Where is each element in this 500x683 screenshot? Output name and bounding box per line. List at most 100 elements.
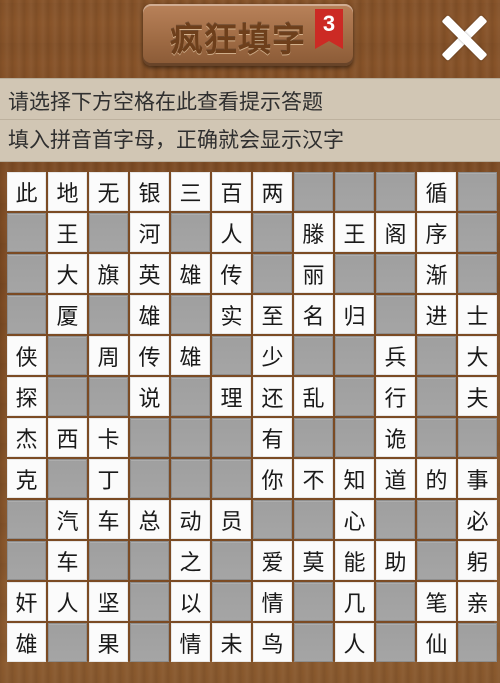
grid-cell-empty[interactable] [376, 582, 415, 621]
grid-cell-empty[interactable] [458, 254, 497, 293]
grid-cell-filled[interactable]: 厦 [48, 295, 87, 334]
grid-cell-filled[interactable]: 王 [335, 213, 374, 252]
grid-cell-empty[interactable] [376, 623, 415, 662]
grid-cell-filled[interactable]: 不 [294, 459, 333, 498]
grid-cell-filled[interactable]: 躬 [458, 541, 497, 580]
grid-cell-empty[interactable] [130, 418, 169, 457]
grid-cell-empty[interactable] [294, 623, 333, 662]
grid-cell-filled[interactable]: 亲 [458, 582, 497, 621]
grid-cell-filled[interactable]: 雄 [130, 295, 169, 334]
grid-cell-empty[interactable] [294, 582, 333, 621]
grid-cell-filled[interactable]: 丽 [294, 254, 333, 293]
grid-cell-filled[interactable]: 汽 [48, 500, 87, 539]
grid-cell-empty[interactable] [7, 541, 46, 580]
grid-cell-empty[interactable] [171, 213, 210, 252]
grid-cell-filled[interactable]: 心 [335, 500, 374, 539]
grid-cell-filled[interactable]: 人 [335, 623, 374, 662]
grid-cell-filled[interactable]: 雄 [7, 623, 46, 662]
grid-cell-filled[interactable]: 卡 [89, 418, 128, 457]
grid-cell-filled[interactable]: 几 [335, 582, 374, 621]
grid-cell-filled[interactable]: 探 [7, 377, 46, 416]
grid-cell-filled[interactable]: 员 [212, 500, 251, 539]
grid-cell-empty[interactable] [335, 336, 374, 375]
grid-cell-empty[interactable] [417, 377, 456, 416]
grid-cell-empty[interactable] [253, 254, 292, 293]
grid-cell-filled[interactable]: 进 [417, 295, 456, 334]
grid-cell-empty[interactable] [171, 418, 210, 457]
grid-cell-empty[interactable] [294, 172, 333, 211]
grid-cell-empty[interactable] [171, 459, 210, 498]
grid-cell-filled[interactable]: 至 [253, 295, 292, 334]
grid-cell-filled[interactable]: 爱 [253, 541, 292, 580]
grid-cell-filled[interactable]: 情 [253, 582, 292, 621]
grid-cell-filled[interactable]: 助 [376, 541, 415, 580]
grid-cell-empty[interactable] [253, 213, 292, 252]
grid-cell-empty[interactable] [458, 418, 497, 457]
grid-cell-filled[interactable]: 阁 [376, 213, 415, 252]
grid-cell-empty[interactable] [417, 500, 456, 539]
grid-cell-filled[interactable]: 行 [376, 377, 415, 416]
grid-cell-filled[interactable]: 杰 [7, 418, 46, 457]
grid-cell-filled[interactable]: 情 [171, 623, 210, 662]
grid-cell-empty[interactable] [458, 172, 497, 211]
grid-cell-empty[interactable] [253, 500, 292, 539]
grid-cell-filled[interactable]: 莫 [294, 541, 333, 580]
grid-cell-filled[interactable]: 兵 [376, 336, 415, 375]
grid-cell-filled[interactable]: 知 [335, 459, 374, 498]
grid-cell-empty[interactable] [48, 336, 87, 375]
grid-cell-empty[interactable] [212, 418, 251, 457]
grid-cell-filled[interactable]: 河 [130, 213, 169, 252]
grid-cell-filled[interactable]: 车 [48, 541, 87, 580]
grid-cell-empty[interactable] [335, 172, 374, 211]
grid-cell-filled[interactable]: 奸 [7, 582, 46, 621]
grid-cell-filled[interactable]: 笔 [417, 582, 456, 621]
grid-cell-empty[interactable] [376, 500, 415, 539]
grid-cell-filled[interactable]: 序 [417, 213, 456, 252]
grid-cell-filled[interactable]: 以 [171, 582, 210, 621]
grid-cell-empty[interactable] [89, 541, 128, 580]
grid-cell-filled[interactable]: 此 [7, 172, 46, 211]
grid-cell-empty[interactable] [458, 623, 497, 662]
grid-cell-empty[interactable] [417, 418, 456, 457]
grid-cell-filled[interactable]: 乱 [294, 377, 333, 416]
grid-cell-filled[interactable]: 旗 [89, 254, 128, 293]
grid-cell-empty[interactable] [212, 459, 251, 498]
grid-cell-empty[interactable] [48, 459, 87, 498]
grid-cell-empty[interactable] [130, 541, 169, 580]
grid-cell-filled[interactable]: 之 [171, 541, 210, 580]
grid-cell-filled[interactable]: 滕 [294, 213, 333, 252]
grid-cell-filled[interactable]: 仙 [417, 623, 456, 662]
grid-cell-empty[interactable] [376, 254, 415, 293]
grid-cell-filled[interactable]: 三 [171, 172, 210, 211]
grid-cell-empty[interactable] [7, 295, 46, 334]
grid-cell-filled[interactable]: 总 [130, 500, 169, 539]
grid-cell-filled[interactable]: 人 [48, 582, 87, 621]
grid-cell-filled[interactable]: 能 [335, 541, 374, 580]
grid-cell-filled[interactable]: 人 [212, 213, 251, 252]
grid-cell-filled[interactable]: 百 [212, 172, 251, 211]
grid-cell-filled[interactable]: 大 [458, 336, 497, 375]
grid-cell-filled[interactable]: 有 [253, 418, 292, 457]
grid-cell-filled[interactable]: 还 [253, 377, 292, 416]
grid-cell-empty[interactable] [130, 459, 169, 498]
grid-cell-empty[interactable] [48, 377, 87, 416]
grid-cell-empty[interactable] [7, 213, 46, 252]
grid-cell-filled[interactable]: 车 [89, 500, 128, 539]
grid-cell-empty[interactable] [212, 336, 251, 375]
grid-cell-empty[interactable] [417, 336, 456, 375]
grid-cell-filled[interactable]: 事 [458, 459, 497, 498]
grid-cell-empty[interactable] [294, 336, 333, 375]
grid-cell-filled[interactable]: 克 [7, 459, 46, 498]
grid-cell-filled[interactable]: 的 [417, 459, 456, 498]
grid-cell-filled[interactable]: 传 [212, 254, 251, 293]
grid-cell-filled[interactable]: 道 [376, 459, 415, 498]
grid-cell-empty[interactable] [376, 172, 415, 211]
grid-cell-filled[interactable]: 必 [458, 500, 497, 539]
grid-cell-empty[interactable] [130, 623, 169, 662]
grid-cell-empty[interactable] [130, 582, 169, 621]
grid-cell-empty[interactable] [212, 541, 251, 580]
grid-cell-empty[interactable] [335, 254, 374, 293]
grid-cell-filled[interactable]: 王 [48, 213, 87, 252]
grid-cell-empty[interactable] [171, 295, 210, 334]
grid-cell-filled[interactable]: 你 [253, 459, 292, 498]
